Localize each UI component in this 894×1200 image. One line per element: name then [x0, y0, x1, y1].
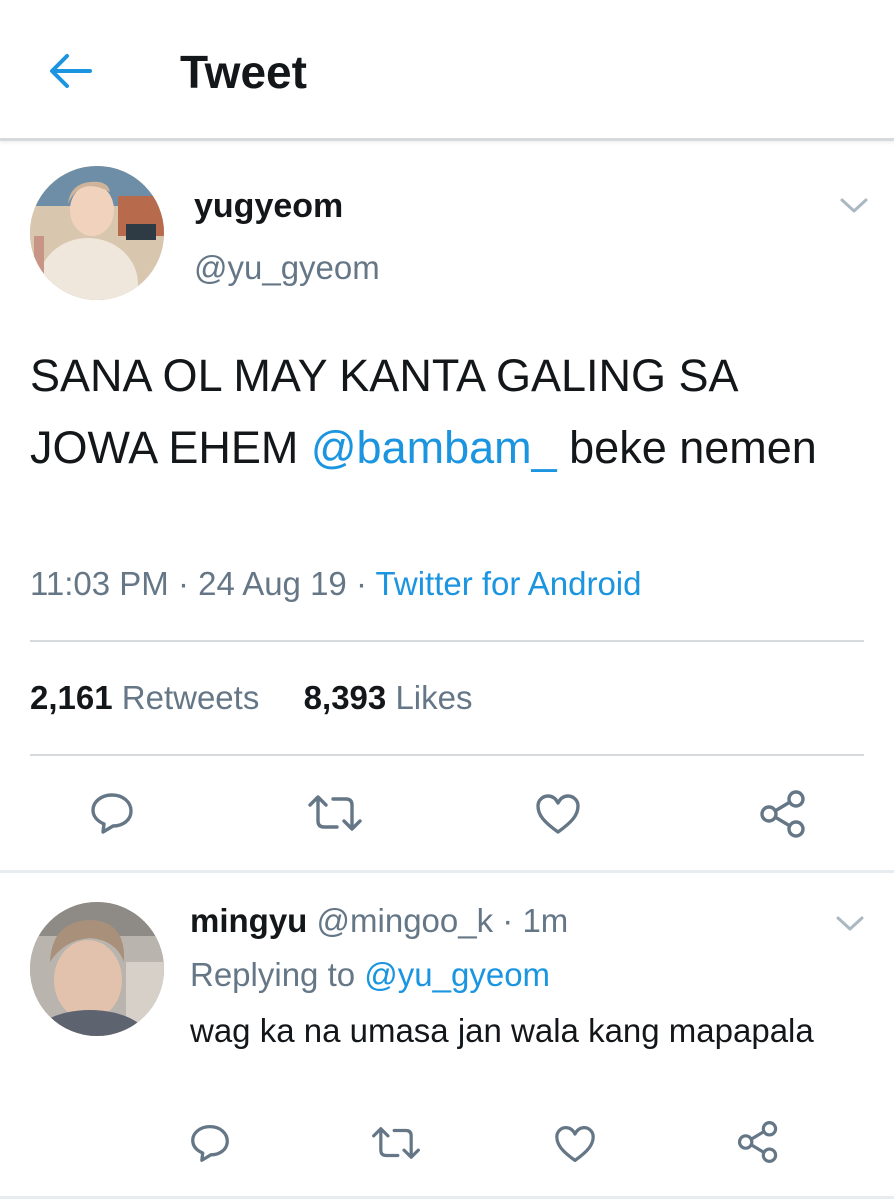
- reply-like-button[interactable]: [552, 1122, 598, 1166]
- replying-to-line: Replying to @yu_gyeom: [190, 954, 550, 996]
- retweet-icon: [372, 1127, 420, 1159]
- tweet-time: 11:03 PM: [30, 565, 169, 602]
- reply-icon: [91, 793, 133, 834]
- share-button[interactable]: [756, 788, 810, 840]
- reply-reply-button[interactable]: [186, 1120, 234, 1166]
- reply-button[interactable]: [86, 788, 138, 838]
- page-title: Tweet: [180, 46, 307, 98]
- tweet-date: 24 Aug 19: [198, 565, 347, 602]
- like-label: Likes: [395, 679, 473, 716]
- chevron-down-icon[interactable]: [838, 196, 870, 216]
- reply-age: 1m: [522, 902, 569, 939]
- reply-text: wag ka na umasa jan wala kang mapapala: [190, 1012, 814, 1049]
- chevron-down-icon[interactable]: [834, 914, 866, 934]
- mention-link[interactable]: @bambam_: [311, 422, 557, 473]
- divider: [30, 754, 864, 756]
- retweet-label: Retweets: [121, 679, 260, 716]
- reply-share-button[interactable]: [734, 1118, 782, 1166]
- author-handle[interactable]: @yu_gyeom: [194, 248, 380, 288]
- top-app-bar: Tweet: [0, 0, 894, 141]
- reply-avatar-photo: [30, 902, 164, 1036]
- tweet-meta: 11:03 PM · 24 Aug 19 · Twitter for Andro…: [30, 565, 642, 602]
- author-name[interactable]: yugyeom: [194, 186, 343, 226]
- replying-label: Replying to: [190, 956, 356, 993]
- share-icon: [760, 790, 805, 838]
- tweet-text: SANA OL MAY KANTA GALING SA JOWA EHEM @b…: [30, 340, 870, 484]
- reply-retweet-button[interactable]: [370, 1120, 422, 1166]
- replying-to-link[interactable]: @yu_gyeom: [364, 956, 550, 993]
- back-button[interactable]: [44, 48, 96, 94]
- reply-avatar[interactable]: [30, 902, 164, 1036]
- section-separator: [0, 870, 894, 873]
- tweet-source-link[interactable]: Twitter for Android: [376, 565, 642, 602]
- engagement-stats: 2,161 Retweets 8,393 Likes: [30, 676, 472, 720]
- reply-header: mingyu @mingoo_k · 1m: [190, 900, 568, 942]
- likes-stat[interactable]: 8,393 Likes: [304, 679, 473, 716]
- like-count: 8,393: [303, 679, 387, 716]
- share-icon: [737, 1121, 778, 1163]
- reply-author-name[interactable]: mingyu: [190, 902, 307, 939]
- tweet-text-tail: beke nemen: [556, 422, 817, 473]
- divider: [30, 640, 864, 642]
- reply-author-handle[interactable]: @mingoo_k: [317, 902, 494, 939]
- retweet-icon: [308, 795, 362, 831]
- arrow-left-icon: [50, 54, 92, 88]
- retweet-button[interactable]: [306, 788, 364, 838]
- avatar-photo: [30, 166, 164, 300]
- retweet-count: 2,161: [30, 679, 113, 716]
- heart-icon: [555, 1126, 595, 1162]
- heart-icon: [536, 794, 580, 834]
- avatar[interactable]: [30, 166, 164, 300]
- divider: [0, 1196, 894, 1199]
- reply-icon: [191, 1125, 229, 1162]
- retweets-stat[interactable]: 2,161 Retweets: [30, 679, 259, 716]
- dot-separator: ·: [493, 902, 523, 939]
- like-button[interactable]: [532, 790, 584, 838]
